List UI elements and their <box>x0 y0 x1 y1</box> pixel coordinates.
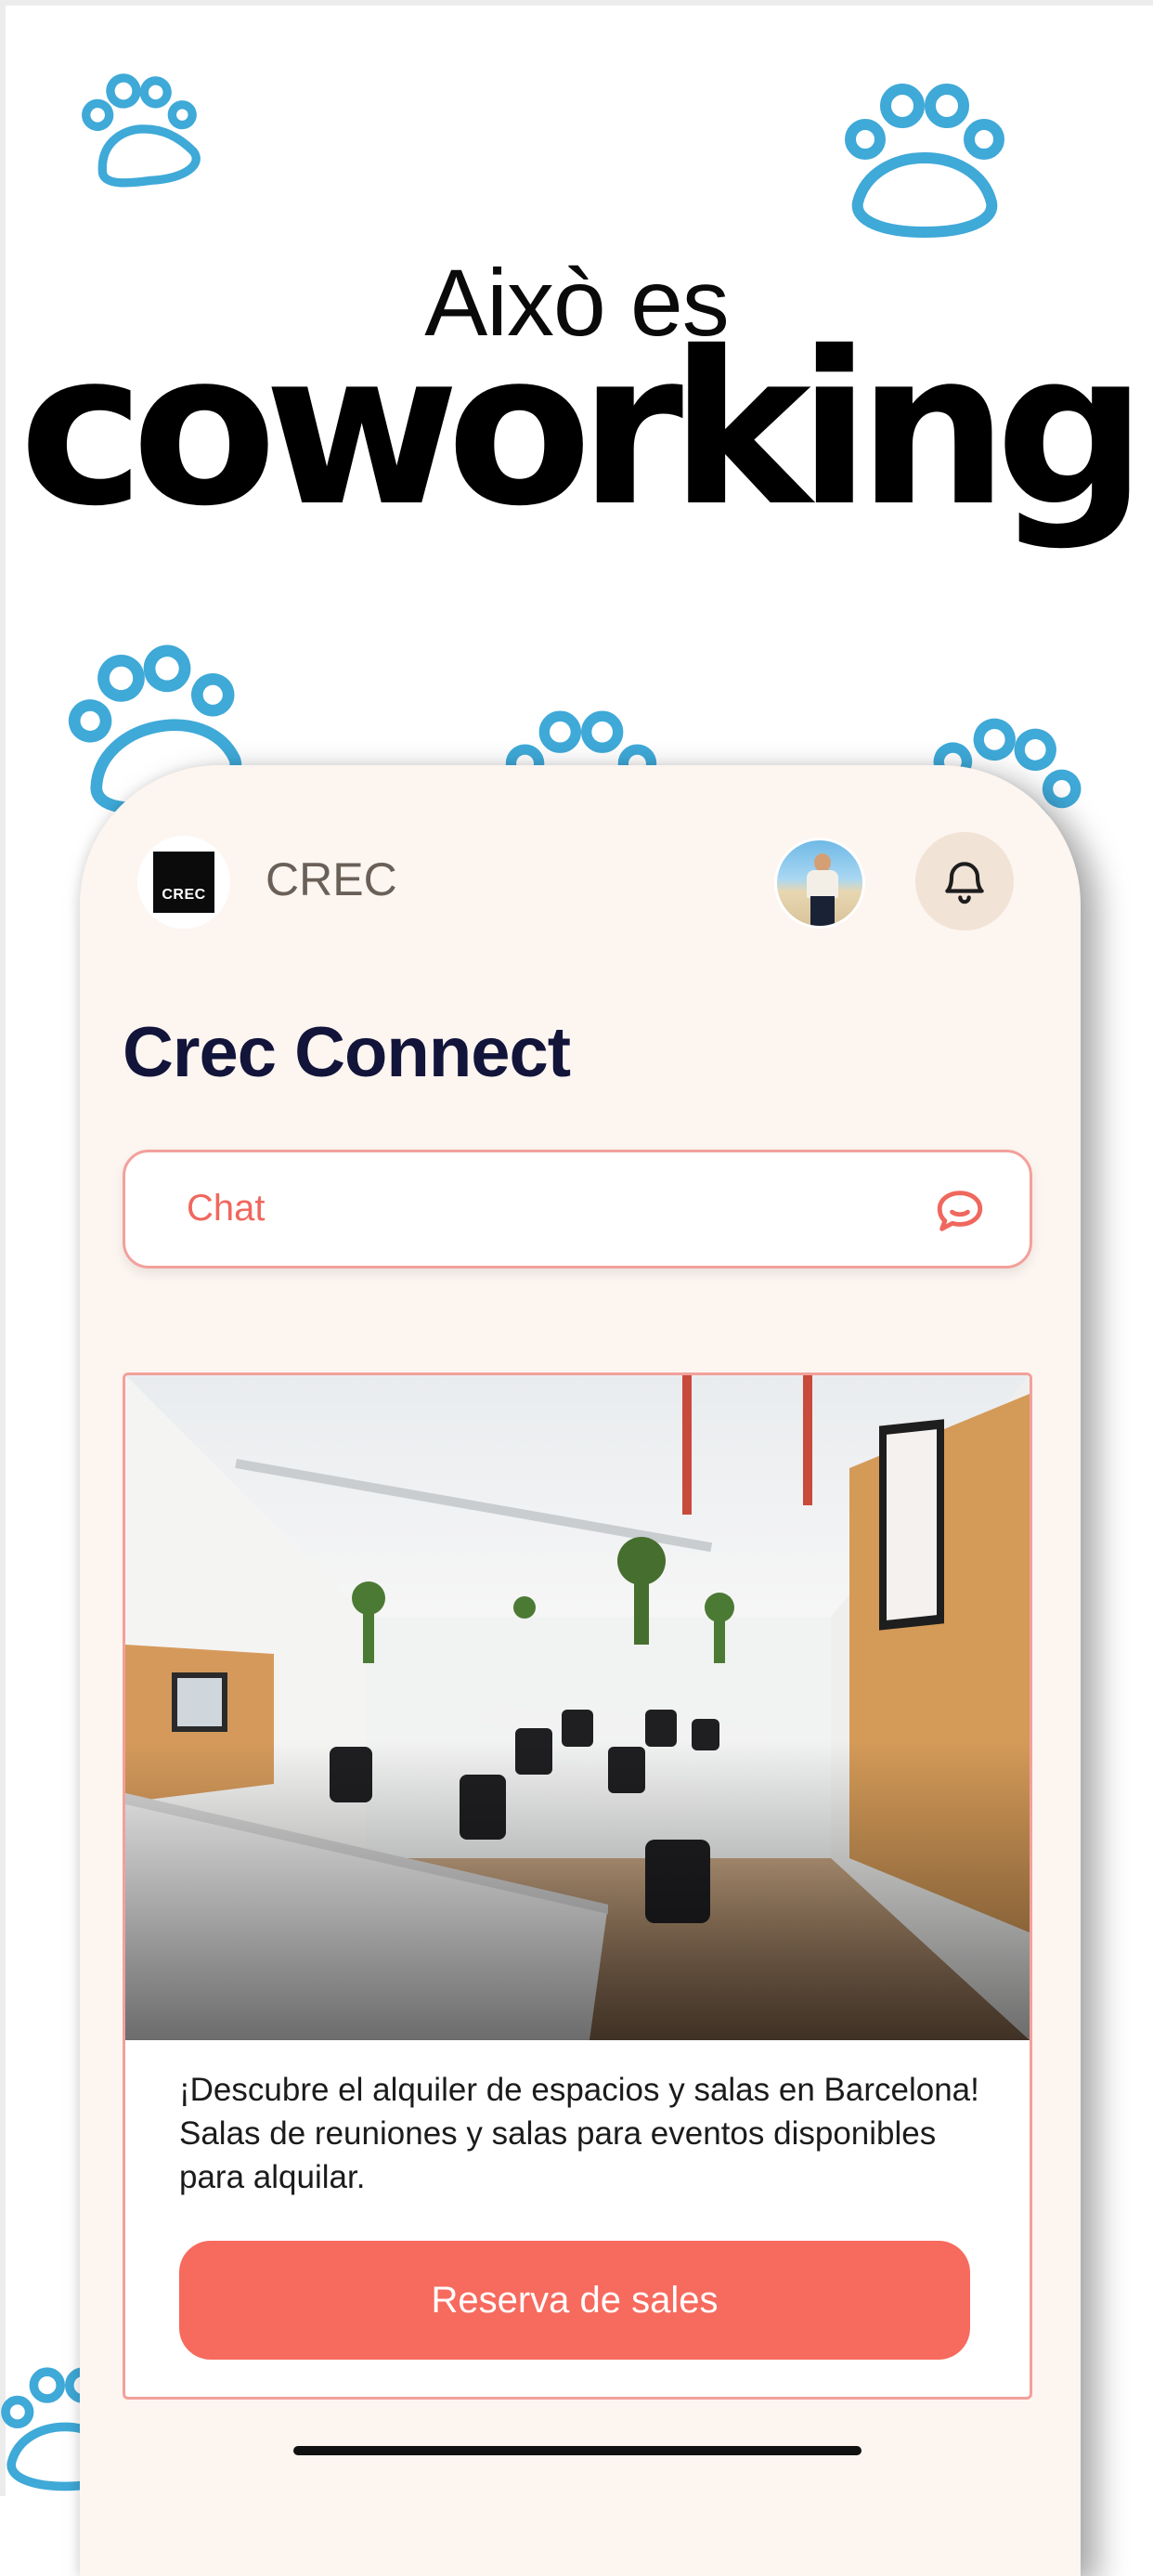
chat-button[interactable]: Chat <box>123 1150 1032 1268</box>
card-description: ¡Descubre el alquiler de espacios y sala… <box>179 2072 979 2195</box>
space-rental-card: ¡Descubre el alquiler de espacios y sala… <box>123 1373 1032 2400</box>
notifications-button[interactable] <box>915 832 1014 930</box>
avatar-person-body <box>807 870 838 898</box>
headline-title: coworking <box>19 306 1147 553</box>
chat-label: Chat <box>187 1188 266 1229</box>
paw-icon <box>57 59 226 208</box>
coworking-photo <box>125 1375 1030 2040</box>
brand-logo-mark: CREC <box>153 852 214 913</box>
home-indicator[interactable] <box>293 2446 862 2455</box>
avatar[interactable] <box>774 838 865 929</box>
avatar-person-head <box>814 853 831 872</box>
bell-icon <box>945 862 984 904</box>
chat-bubble-icon <box>937 1190 983 1231</box>
page-title: Crec Connect <box>123 1013 571 1092</box>
avatar-person-legs <box>810 896 835 926</box>
paw-icon <box>828 80 1021 247</box>
brand-name: CREC <box>266 853 397 905</box>
brand-logo[interactable]: CREC <box>137 836 230 929</box>
app-header: CREC CREC <box>80 765 1081 969</box>
reserve-rooms-button[interactable]: Reserva de sales <box>179 2241 970 2360</box>
phone-mockup: CREC CREC Crec Connect Chat ¡Descubre el… <box>80 765 1081 2576</box>
